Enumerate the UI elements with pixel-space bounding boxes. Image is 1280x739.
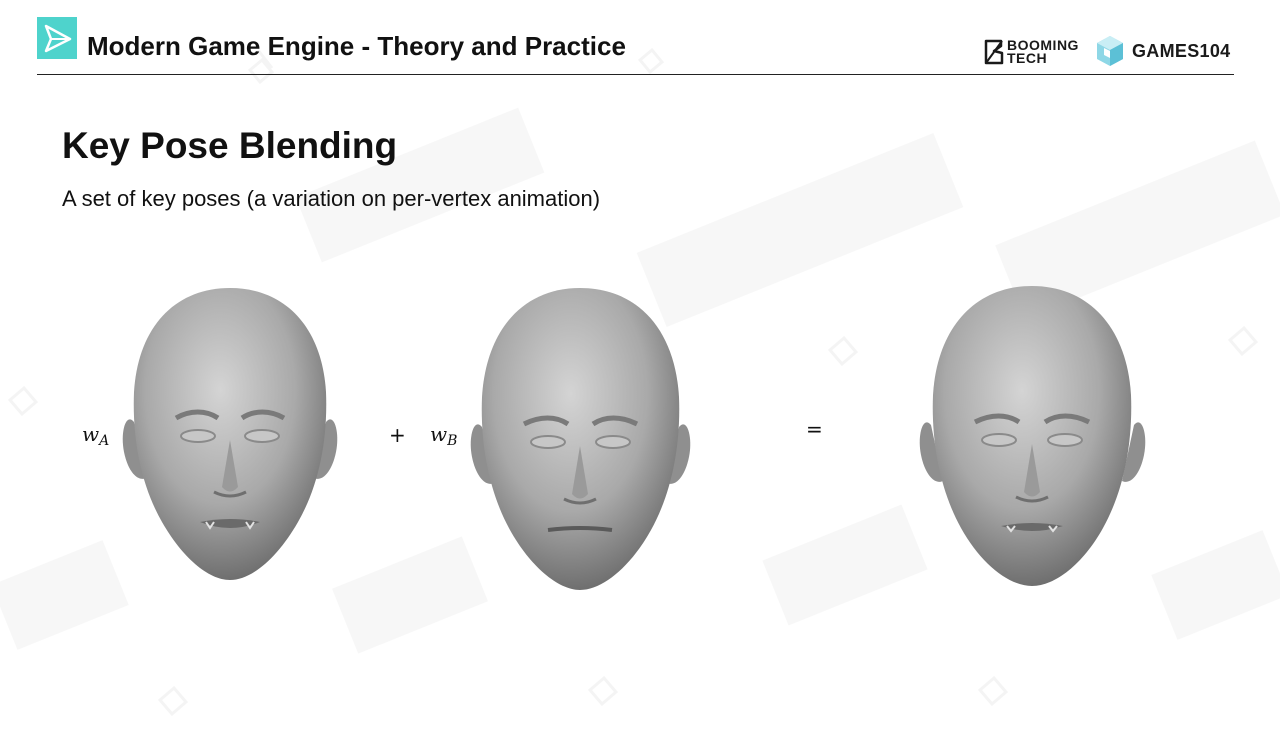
slide-title: Key Pose Blending (62, 125, 398, 166)
equals-operator: = (806, 417, 823, 441)
weight-b-subscript: B (447, 433, 458, 449)
weight-b-label: wB (430, 423, 457, 452)
games104-logo: GAMES104 (1094, 34, 1239, 68)
slide: Modern Game Engine - Theory and Practice… (0, 0, 1280, 739)
tech-text: TECH (1007, 50, 1048, 66)
games104-text: GAMES104 (1132, 41, 1231, 61)
plus-operator: + (389, 423, 406, 447)
booming-tech-logo: BOOMING TECH (983, 36, 1093, 68)
slide-subtitle: A set of key poses (a variation on per-v… (62, 186, 601, 211)
course-title: Modern Game Engine - Theory and Practice (87, 31, 626, 61)
header-divider (37, 74, 1234, 75)
weight-a-label: wA (82, 423, 109, 452)
booming-tech-mark-icon (984, 39, 1004, 65)
paper-plane-logo-icon (37, 17, 77, 59)
key-pose-a-face-image (122, 288, 338, 580)
key-pose-b-face-image (470, 288, 691, 590)
blended-result-face-image (919, 286, 1146, 586)
games104-cube-icon (1097, 36, 1123, 66)
weight-b-symbol: w (430, 422, 448, 446)
weight-a-symbol: w (82, 422, 100, 446)
weight-a-subscript: A (99, 433, 110, 449)
